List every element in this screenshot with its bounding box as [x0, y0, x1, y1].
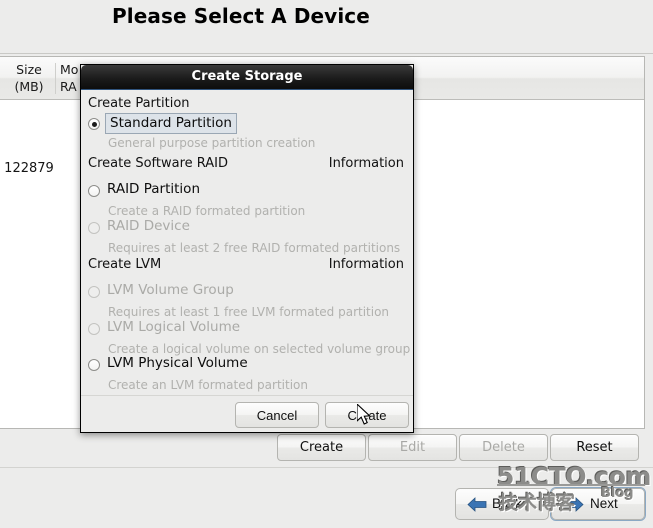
option-raid-device-desc: Requires at least 2 free RAID formated p… — [108, 241, 401, 255]
option-standard-partition-label: Standard Partition — [105, 113, 237, 134]
back-button-label: Back — [492, 496, 523, 511]
back-button[interactable]: Back — [455, 488, 549, 520]
option-lvm-logical-volume-desc: Create a logical volume on selected volu… — [108, 342, 411, 356]
table-row[interactable]: 122879 — [2, 161, 56, 176]
reset-button[interactable]: Reset — [550, 434, 639, 461]
page-title: Please Select A Device — [112, 4, 370, 28]
lvm-information-label[interactable]: Information — [329, 257, 404, 272]
option-standard-partition-desc: General purpose partition creation — [108, 136, 316, 150]
software-raid-information-label[interactable]: Information — [329, 156, 404, 171]
column-header-size[interactable]: Size (MB) — [4, 61, 54, 95]
column-divider — [55, 63, 56, 94]
option-lvm-volume-group-desc: Requires at least 1 free LVM formated pa… — [108, 305, 390, 319]
radio-icon[interactable] — [88, 323, 100, 335]
option-lvm-physical-volume-desc: Create an LVM formated partition — [108, 378, 308, 392]
dialog-cancel-button[interactable]: Cancel — [235, 402, 319, 428]
header-band: Please Select A Device — [0, 0, 653, 54]
option-lvm-physical-volume-label: LVM Physical Volume — [107, 355, 248, 371]
option-lvm-logical-volume-label: LVM Logical Volume — [107, 319, 241, 335]
group-title-create-lvm: Create LVM — [88, 257, 162, 272]
dialog-create-button[interactable]: Create — [325, 402, 409, 428]
next-button[interactable]: Next — [550, 487, 646, 521]
radio-icon[interactable] — [88, 222, 100, 234]
column-header-size-line2: (MB) — [14, 79, 44, 94]
option-lvm-volume-group-label: LVM Volume Group — [107, 282, 234, 298]
dialog-title: Create Storage — [191, 69, 303, 84]
option-raid-partition-label: RAID Partition — [107, 181, 200, 197]
delete-button[interactable]: Delete — [459, 434, 548, 461]
next-button-label: Next — [590, 496, 618, 511]
group-title-software-raid: Create Software RAID — [88, 156, 229, 171]
radio-icon[interactable] — [88, 359, 100, 371]
radio-icon[interactable] — [88, 118, 100, 130]
dialog-titlebar[interactable]: Create Storage — [81, 65, 413, 90]
action-button-row: Create Edit Delete Reset — [0, 432, 653, 465]
create-storage-dialog: Create Storage Create Partition Standard… — [80, 64, 414, 433]
installer-window: Please Select A Device Size (MB) Mo RA 1… — [0, 0, 653, 528]
arrow-right-icon — [564, 496, 584, 513]
column-header-size-line1: Size — [16, 62, 42, 77]
group-title-create-partition: Create Partition — [88, 96, 190, 111]
option-raid-partition-desc: Create a RAID formated partition — [108, 204, 306, 218]
create-button[interactable]: Create — [277, 434, 366, 461]
dialog-footer: Cancel Create — [81, 395, 413, 432]
edit-button[interactable]: Edit — [368, 434, 457, 461]
option-raid-device-label: RAID Device — [107, 218, 190, 234]
dialog-body: Create Partition Standard Partition Gene… — [81, 91, 413, 395]
arrow-left-icon — [467, 496, 487, 513]
radio-icon[interactable] — [88, 286, 100, 298]
radio-icon[interactable] — [88, 185, 100, 197]
